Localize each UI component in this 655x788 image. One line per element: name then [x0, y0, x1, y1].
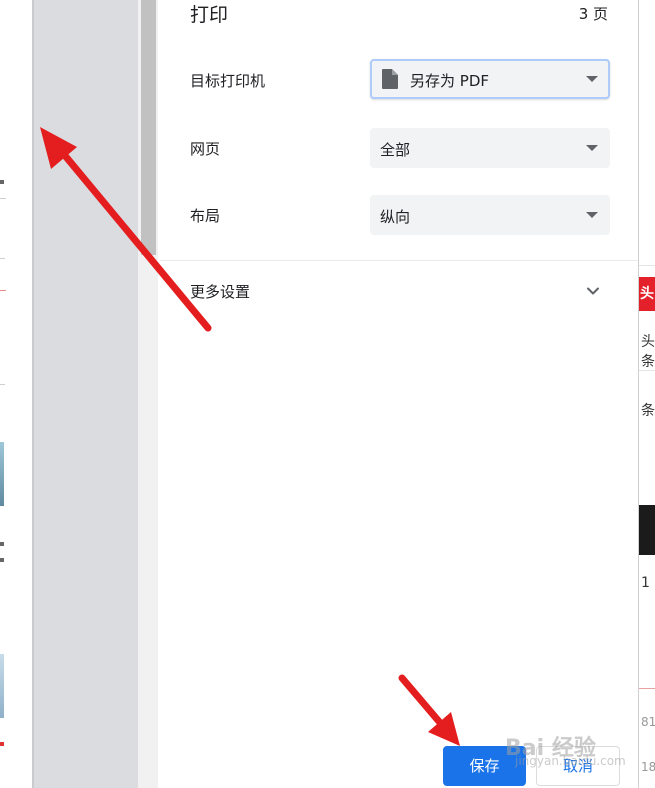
- destination-select[interactable]: 另存为 PDF: [370, 59, 610, 99]
- page-rule: [0, 290, 6, 291]
- pages-value: 全部: [380, 141, 411, 159]
- page-text-fragment: [0, 742, 4, 746]
- page-rule: [0, 384, 5, 385]
- chevron-down-icon[interactable]: [585, 283, 601, 299]
- page-text-fragment: [0, 542, 4, 546]
- page-rule: [639, 265, 655, 266]
- layout-select[interactable]: 纵向: [370, 195, 610, 235]
- section-divider: [160, 260, 638, 261]
- dialog-title: 打印: [190, 4, 229, 26]
- destination-value: 另存为 PDF: [410, 72, 489, 90]
- save-button[interactable]: 保存: [443, 746, 526, 786]
- page-count: 3 页: [578, 5, 608, 23]
- layout-value: 纵向: [380, 208, 411, 226]
- page-text-fragment: [0, 558, 4, 562]
- page-rule: [639, 370, 655, 371]
- page-text-fragment: 头条: [641, 334, 655, 370]
- print-preview-area: [32, 0, 140, 788]
- page-rule: [0, 258, 5, 259]
- cancel-button[interactable]: 取消: [536, 746, 620, 786]
- caret-down-icon: [586, 76, 598, 82]
- page-text-fragment: [0, 180, 4, 184]
- pages-label: 网页: [190, 140, 221, 158]
- pdf-document-icon: [382, 69, 398, 89]
- destination-label: 目标打印机: [190, 72, 266, 90]
- page-rule: [0, 198, 6, 199]
- background-page-left: [0, 0, 32, 788]
- page-rule: [639, 688, 655, 689]
- print-settings-panel: 打印 3 页 目标打印机 另存为 PDF 网页 全部 布局 纵向 更多设置 保存…: [160, 0, 638, 788]
- page-image-thumbnail: [0, 654, 4, 718]
- caret-down-icon: [586, 212, 598, 218]
- caret-down-icon: [586, 145, 598, 151]
- page-text-fragment: 头: [640, 286, 654, 302]
- preview-scrollbar[interactable]: [138, 0, 158, 788]
- page-image-thumbnail: [0, 442, 4, 506]
- layout-label: 布局: [190, 207, 221, 225]
- print-screen: 打印 3 页 目标打印机 另存为 PDF 网页 全部 布局 纵向 更多设置 保存…: [0, 0, 655, 788]
- pages-select[interactable]: 全部: [370, 128, 610, 168]
- page-number-fragment: 81: [641, 715, 655, 729]
- page-image-fragment: [639, 505, 655, 555]
- page-number-fragment: 18: [641, 760, 655, 774]
- more-settings-toggle[interactable]: 更多设置: [190, 281, 250, 302]
- page-text-fragment: 1: [641, 575, 650, 591]
- background-page-right: 头 头条 条 1 81 18: [638, 0, 655, 788]
- page-text-fragment: 条: [641, 403, 655, 419]
- page-logo-fragment: 头: [639, 277, 655, 311]
- preview-scrollbar-thumb[interactable]: [141, 0, 156, 255]
